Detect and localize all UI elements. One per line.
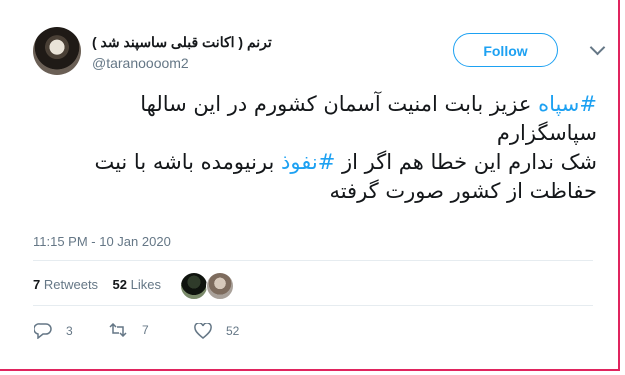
- follow-button[interactable]: Follow: [453, 33, 558, 67]
- tweet-text-segment: شک ندارم این خطا هم اگر از: [335, 150, 597, 174]
- engagement-stats: 7 Retweets 52 Likes: [33, 277, 161, 292]
- divider: [33, 305, 593, 306]
- hashtag-link[interactable]: #نفوذ: [281, 150, 335, 174]
- avatar[interactable]: [33, 27, 81, 75]
- retweet-count: 7: [142, 323, 149, 337]
- reply-action[interactable]: 3: [34, 323, 73, 339]
- tweet-text-segment: سپاسگزارم: [496, 121, 597, 145]
- retweet-action[interactable]: 7: [108, 323, 149, 337]
- timestamp[interactable]: 11:15 PM - 10 Jan 2020: [33, 234, 171, 249]
- like-count: 52: [226, 324, 240, 338]
- hashtag-link[interactable]: #سپاه: [538, 92, 597, 116]
- tweet-text-segment: عزیز بابت امنیت آسمان کشورم در این سالها: [140, 92, 539, 116]
- display-name[interactable]: ترنم ( اکانت قبلی ساسپند شد ): [92, 34, 272, 51]
- likes-label[interactable]: Likes: [131, 277, 161, 292]
- like-action[interactable]: 52: [194, 323, 239, 339]
- user-handle[interactable]: @taranoooom2: [92, 55, 189, 71]
- tweet-line: سپاسگزارم: [37, 119, 597, 148]
- heart-icon: [194, 323, 212, 339]
- tweet-line: حفاظت از کشور صورت گرفته: [37, 177, 597, 206]
- liker-avatar[interactable]: [180, 272, 208, 300]
- likes-count[interactable]: 52: [113, 277, 127, 292]
- reply-count: 3: [66, 324, 73, 338]
- reply-icon: [34, 323, 52, 339]
- tweet-line: شک ندارم این خطا هم اگر از #نفوذ برنیومد…: [37, 148, 597, 177]
- retweets-count[interactable]: 7: [33, 277, 40, 292]
- retweets-label[interactable]: Retweets: [44, 277, 98, 292]
- retweet-icon: [109, 323, 127, 337]
- tweet-text-segment: برنیومده باشه با نیت: [94, 150, 282, 174]
- tweet-line: #سپاه عزیز بابت امنیت آسمان کشورم در این…: [37, 90, 597, 119]
- divider: [33, 260, 593, 261]
- tweet-text-segment: حفاظت از کشور صورت گرفته: [329, 179, 597, 203]
- liker-avatar[interactable]: [206, 272, 234, 300]
- tweet-text: #سپاه عزیز بابت امنیت آسمان کشورم در این…: [37, 90, 597, 206]
